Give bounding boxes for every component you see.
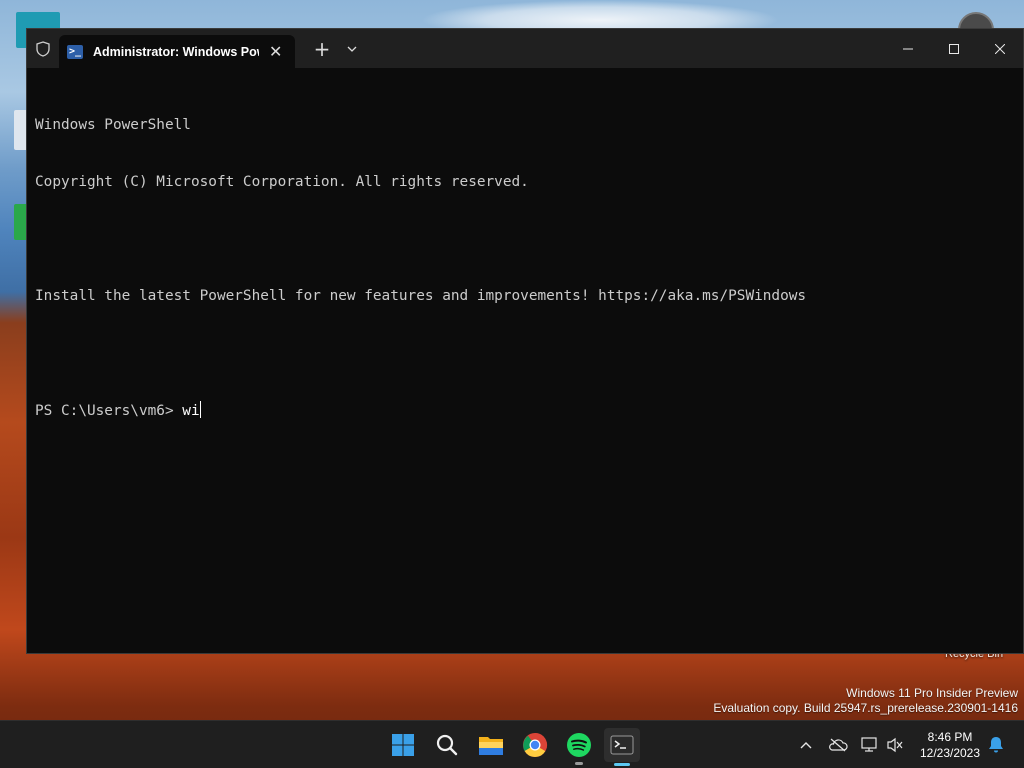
console-line: Install the latest PowerShell for new fe… [35, 288, 807, 304]
maximize-button[interactable] [931, 29, 977, 68]
powershell-icon: >_ [67, 44, 83, 59]
prompt: PS C:\Users\vm6> [35, 403, 183, 419]
console-line: Copyright (C) Microsoft Corporation. All… [35, 174, 529, 190]
watermark-edition: Windows 11 Pro Insider Preview [846, 686, 1018, 700]
prompt-line[interactable]: PS C:\Users\vm6> wi [35, 401, 1015, 420]
search-icon[interactable] [431, 729, 463, 761]
text-cursor [199, 401, 201, 418]
taskbar: 8:46 PM 12/23/2023 [0, 720, 1024, 768]
clock-time: 8:46 PM [927, 730, 973, 744]
network-icon[interactable] [860, 735, 880, 755]
file-explorer-icon[interactable] [475, 729, 507, 761]
terminal-icon[interactable] [604, 728, 640, 766]
terminal-window[interactable]: >_ Administrator: Windows Powe ✕ + Windo… [26, 28, 1024, 654]
console-line: Windows PowerShell [35, 117, 191, 133]
console-output[interactable]: Windows PowerShell Copyright (C) Microso… [27, 68, 1023, 468]
tab-powershell[interactable]: >_ Administrator: Windows Powe ✕ [59, 35, 295, 68]
chevron-down-icon[interactable] [337, 29, 367, 68]
running-indicator [575, 762, 583, 765]
notification-bell-icon[interactable] [986, 735, 1006, 755]
admin-shield-icon [27, 29, 59, 68]
clock[interactable]: 8:46 PM 12/23/2023 [914, 729, 986, 761]
clock-date: 12/23/2023 [919, 746, 981, 760]
minimize-button[interactable] [885, 29, 931, 68]
close-button[interactable] [977, 29, 1023, 68]
onedrive-icon[interactable] [828, 735, 848, 755]
volume-muted-icon[interactable] [885, 735, 905, 755]
start-icon[interactable] [387, 729, 419, 761]
spotify-icon[interactable] [563, 729, 595, 765]
command-input[interactable]: wi [182, 403, 199, 419]
chrome-icon[interactable] [519, 729, 551, 761]
tab-title: Administrator: Windows Powe [93, 44, 259, 59]
close-tab-icon[interactable]: ✕ [269, 42, 282, 61]
chevron-up-icon[interactable] [796, 735, 816, 755]
new-tab-button[interactable]: + [307, 29, 337, 68]
running-indicator [614, 763, 630, 766]
title-bar[interactable]: >_ Administrator: Windows Powe ✕ + [27, 29, 1023, 68]
watermark-build: Evaluation copy. Build 25947.rs_prerelea… [713, 701, 1018, 715]
